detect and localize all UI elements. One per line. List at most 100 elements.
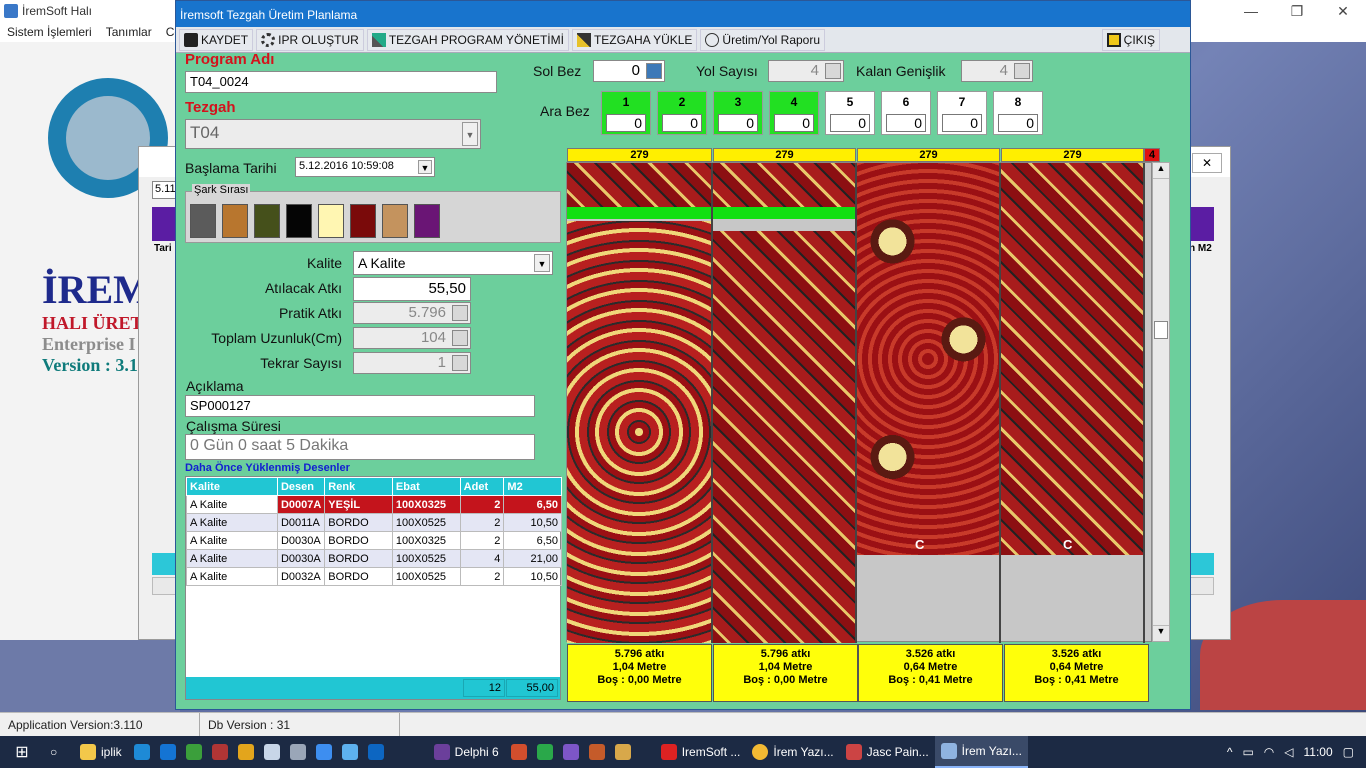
col-desen[interactable]: Desen (276, 477, 326, 496)
ara-bez-cell[interactable]: 50 (825, 91, 875, 135)
tekrar-field[interactable]: 1 (353, 352, 471, 374)
app-icon[interactable] (614, 744, 631, 760)
scroll-up-icon[interactable]: ▲ (1153, 163, 1169, 179)
start-date-picker[interactable]: 5.12.2016 10:59:08 ▼ (295, 157, 435, 177)
visual-studio-icon[interactable] (562, 744, 579, 760)
ara-bez-value[interactable]: 0 (830, 114, 870, 132)
network-icon[interactable]: ▭ (1242, 745, 1253, 759)
calisma-field[interactable]: 0 Gün 0 saat 5 Dakika (185, 434, 535, 460)
calculator-icon[interactable] (452, 355, 468, 371)
taskbar-item-delphi[interactable]: Delphi 6 (428, 736, 505, 768)
table-row[interactable]: A Kalite D0030A BORDO 100X0325 2 6,50 (186, 531, 562, 550)
ara-bez-cell[interactable]: 30 (713, 91, 763, 135)
ara-bez-cell[interactable]: 40 (769, 91, 819, 135)
windows-start-icon[interactable]: ⊞ (0, 736, 44, 768)
taskbar-item-iremsoft[interactable]: IremSoft ... (655, 736, 747, 768)
ara-bez-value[interactable]: 0 (942, 114, 982, 132)
notification-icon[interactable]: ▢ (1343, 745, 1354, 759)
notepad-icon[interactable] (263, 744, 280, 760)
calculator-icon[interactable] (452, 305, 468, 321)
exit-button[interactable]: ÇIKIŞ (1101, 29, 1160, 51)
program-management-button[interactable]: TEZGAH PROGRAM YÖNETİMİ (366, 28, 569, 51)
chevron-down-icon[interactable]: ▼ (418, 160, 432, 174)
scroll-down-icon[interactable]: ▼ (1153, 625, 1169, 641)
taskbar-item-irem-yazi-active[interactable]: İrem Yazı... (934, 736, 1028, 768)
app-icon[interactable] (211, 744, 228, 760)
ara-bez-cell[interactable]: 10 (601, 91, 651, 135)
col-adet[interactable]: Adet (459, 477, 505, 496)
save-button[interactable]: KAYDET (179, 28, 254, 51)
app-icon[interactable] (536, 744, 553, 760)
app-icon[interactable] (289, 744, 306, 760)
yol-sayisi-field[interactable]: 4 (768, 60, 844, 82)
program-name-field[interactable]: T04_0024 (185, 71, 497, 93)
color-swatch[interactable] (350, 204, 376, 238)
ara-bez-value[interactable]: 0 (886, 114, 926, 132)
taskbar-item-jasc[interactable]: Jasc Pain... (840, 736, 935, 768)
color-swatch[interactable] (254, 204, 280, 238)
col-kalite[interactable]: Kalite (186, 477, 278, 496)
volume-icon[interactable]: ◁ (1284, 745, 1293, 759)
table-row[interactable]: A Kalite D0007A YEŞİL 100X0325 2 6,50 (186, 495, 562, 514)
table-row[interactable]: A Kalite D0030A BORDO 100X0525 4 21,00 (186, 549, 562, 568)
edge-icon[interactable] (159, 744, 176, 760)
ara-bez-value[interactable]: 0 (718, 114, 758, 132)
color-swatch[interactable] (190, 204, 216, 238)
loom-vscrollbar[interactable]: ▲ ▼ (1152, 162, 1170, 642)
color-swatch[interactable] (414, 204, 440, 238)
kalite-select[interactable]: A Kalite ▼ (353, 251, 553, 275)
menu-sistem[interactable]: Sistem İşlemleri (7, 25, 92, 39)
ara-bez-value[interactable]: 0 (606, 114, 646, 132)
taskbar-item-irem-yazi[interactable]: İrem Yazı... (746, 736, 839, 768)
app-icon[interactable] (510, 744, 527, 760)
ara-bez-cell[interactable]: 60 (881, 91, 931, 135)
aciklama-field[interactable]: SP000127 (185, 395, 535, 417)
color-swatch[interactable] (222, 204, 248, 238)
restore-icon[interactable]: ❐ (1274, 0, 1320, 22)
chevron-down-icon[interactable]: ▼ (462, 122, 478, 146)
atilacak-field[interactable]: 55,50 (353, 277, 471, 301)
color-swatch[interactable] (318, 204, 344, 238)
load-loom-button[interactable]: TEZGAHA YÜKLE (571, 28, 698, 51)
calculator-icon[interactable] (1014, 63, 1030, 79)
ie-icon[interactable] (133, 744, 150, 760)
ara-bez-cell[interactable]: 70 (937, 91, 987, 135)
col-m2[interactable]: M2 (503, 477, 562, 496)
ara-bez-value[interactable]: 0 (998, 114, 1038, 132)
ipr-button[interactable]: IPR OLUŞTUR (256, 28, 364, 51)
table-row[interactable]: A Kalite D0011A BORDO 100X0525 2 10,50 (186, 513, 562, 532)
tezgah-select[interactable]: T04 ▼ (185, 119, 481, 149)
close-icon[interactable]: ✕ (1320, 0, 1366, 22)
app-icon[interactable] (185, 744, 202, 760)
col-ebat[interactable]: Ebat (391, 477, 461, 496)
toplam-field[interactable]: 104 (353, 327, 471, 349)
table-row[interactable]: A Kalite D0032A BORDO 100X0525 2 10,50 (186, 567, 562, 586)
calculator-icon[interactable] (825, 63, 841, 79)
app-icon[interactable] (341, 744, 358, 760)
minimize-icon[interactable]: — (1228, 0, 1274, 22)
wifi-icon[interactable]: ◠ (1264, 745, 1274, 759)
chevron-up-icon[interactable]: ^ (1227, 745, 1233, 759)
taskbar-item-iplik[interactable]: iplik (74, 736, 128, 768)
menu-tanimlar[interactable]: Tanımlar (106, 25, 152, 39)
sol-bez-field[interactable]: 0 (593, 60, 665, 82)
calculator-icon[interactable] (452, 330, 468, 346)
outlook-icon[interactable] (367, 744, 384, 760)
ara-bez-value[interactable]: 0 (774, 114, 814, 132)
chevron-down-icon[interactable]: ▼ (534, 254, 550, 272)
scroll-thumb[interactable] (1154, 321, 1168, 339)
color-swatch[interactable] (382, 204, 408, 238)
col-renk[interactable]: Renk (324, 477, 393, 496)
kalan-field[interactable]: 4 (961, 60, 1033, 82)
close-icon[interactable]: ✕ (1192, 153, 1222, 173)
search-icon[interactable]: ○ (44, 736, 74, 768)
ara-bez-value[interactable]: 0 (662, 114, 702, 132)
chrome-icon[interactable] (237, 744, 254, 760)
calculator-icon[interactable] (646, 63, 662, 79)
app-icon[interactable] (588, 744, 605, 760)
ara-bez-cell[interactable]: 80 (993, 91, 1043, 135)
pratik-field[interactable]: 5.796 (353, 302, 471, 324)
ara-bez-cell[interactable]: 20 (657, 91, 707, 135)
clock[interactable]: 11:00 (1304, 745, 1333, 759)
app-icon[interactable] (315, 744, 332, 760)
